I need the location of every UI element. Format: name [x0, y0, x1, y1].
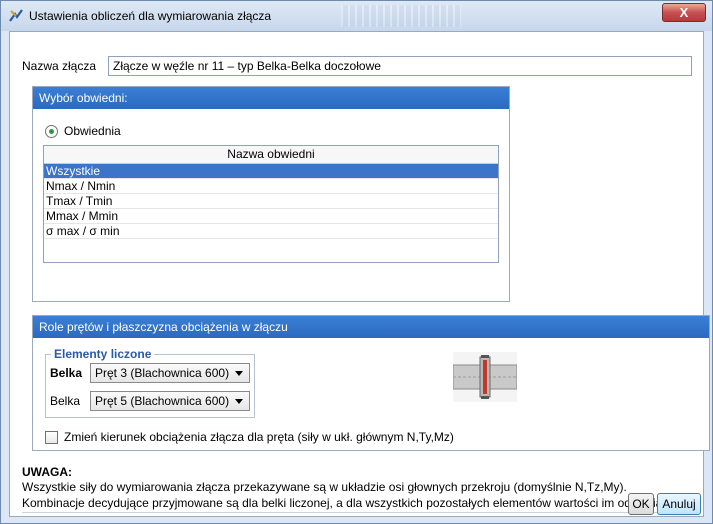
envelope-radio-label: Obwiednia — [64, 124, 121, 138]
computed-elements-legend: Elementy liczone — [51, 347, 155, 361]
beam-select-1-value: Pręt 3 (Blachownica 600) — [95, 366, 230, 380]
beam-row-1: Belka Pręt 3 (Blachownica 600) — [50, 363, 250, 383]
close-button[interactable]: X — [662, 3, 706, 22]
joint-preview-icon — [453, 352, 517, 402]
chevron-down-icon — [235, 371, 243, 376]
roles-panel: Role prętów i płaszczyzna obciążenia w z… — [32, 315, 710, 451]
envelope-radio[interactable] — [45, 124, 58, 138]
beam-label-1: Belka — [50, 366, 83, 380]
warning-line-1: Wszystkie siły do wymiarowania złącza pr… — [22, 480, 627, 494]
direction-checkbox-row[interactable]: Zmień kierunek obciążenia złącza dla prę… — [45, 430, 454, 444]
beam-select-2-value: Pręt 5 (Blachownica 600) — [95, 394, 230, 408]
envelope-row-n[interactable]: Nmax / Nmin — [44, 179, 498, 194]
dialog-client-area: Nazwa złącza Wybór obwiedni: Obwiednia N… — [9, 31, 710, 517]
envelope-row-m[interactable]: Mmax / Mmin — [44, 209, 498, 224]
beam-row-2: Belka Pręt 5 (Blachownica 600) — [50, 391, 250, 411]
chevron-down-icon — [235, 399, 243, 404]
envelope-table-header[interactable]: Nazwa obwiedni — [44, 146, 498, 164]
app-icon — [9, 9, 23, 22]
window-title: Ustawienia obliczeń dla wymiarowania złą… — [29, 9, 272, 23]
direction-checkbox-label: Zmień kierunek obciążenia złącza dla prę… — [64, 430, 454, 444]
beam-select-1[interactable]: Pręt 3 (Blachownica 600) — [90, 363, 250, 383]
ok-button[interactable]: OK — [628, 493, 654, 515]
envelope-radio-row[interactable]: Obwiednia — [45, 124, 121, 138]
direction-checkbox[interactable] — [45, 430, 58, 444]
joint-name-input[interactable] — [108, 56, 692, 76]
envelope-row-sigma[interactable]: σ max / σ min — [44, 224, 498, 239]
envelope-table: Nazwa obwiedni Wszystkie Nmax / Nmin Tma… — [43, 145, 499, 263]
warning-line-2: Kombinacje decydujące przyjmowane są dla… — [22, 496, 701, 510]
beam-label-2: Belka — [50, 394, 81, 408]
dialog-window: Ustawienia obliczeń dla wymiarowania złą… — [0, 0, 713, 524]
envelope-panel: Wybór obwiedni: Obwiednia Nazwa obwiedni… — [32, 86, 510, 302]
beam-select-2[interactable]: Pręt 5 (Blachownica 600) — [90, 391, 250, 411]
computed-elements-group: Elementy liczone Belka Pręt 3 (Blachowni… — [45, 347, 255, 418]
warning-title: UWAGA: — [22, 465, 72, 479]
cancel-button[interactable]: Anuluj — [657, 493, 701, 515]
envelope-row-t[interactable]: Tmax / Tmin — [44, 194, 498, 209]
joint-name-label: Nazwa złącza — [22, 59, 97, 73]
roles-panel-title: Role prętów i płaszczyzna obciążenia w z… — [33, 316, 709, 338]
title-bar[interactable]: Ustawienia obliczeń dla wymiarowania złą… — [1, 1, 712, 31]
envelope-panel-title: Wybór obwiedni: — [33, 87, 509, 109]
footer-separator — [22, 512, 694, 513]
title-bar-glare — [341, 5, 461, 27]
envelope-row-all[interactable]: Wszystkie — [44, 164, 498, 179]
